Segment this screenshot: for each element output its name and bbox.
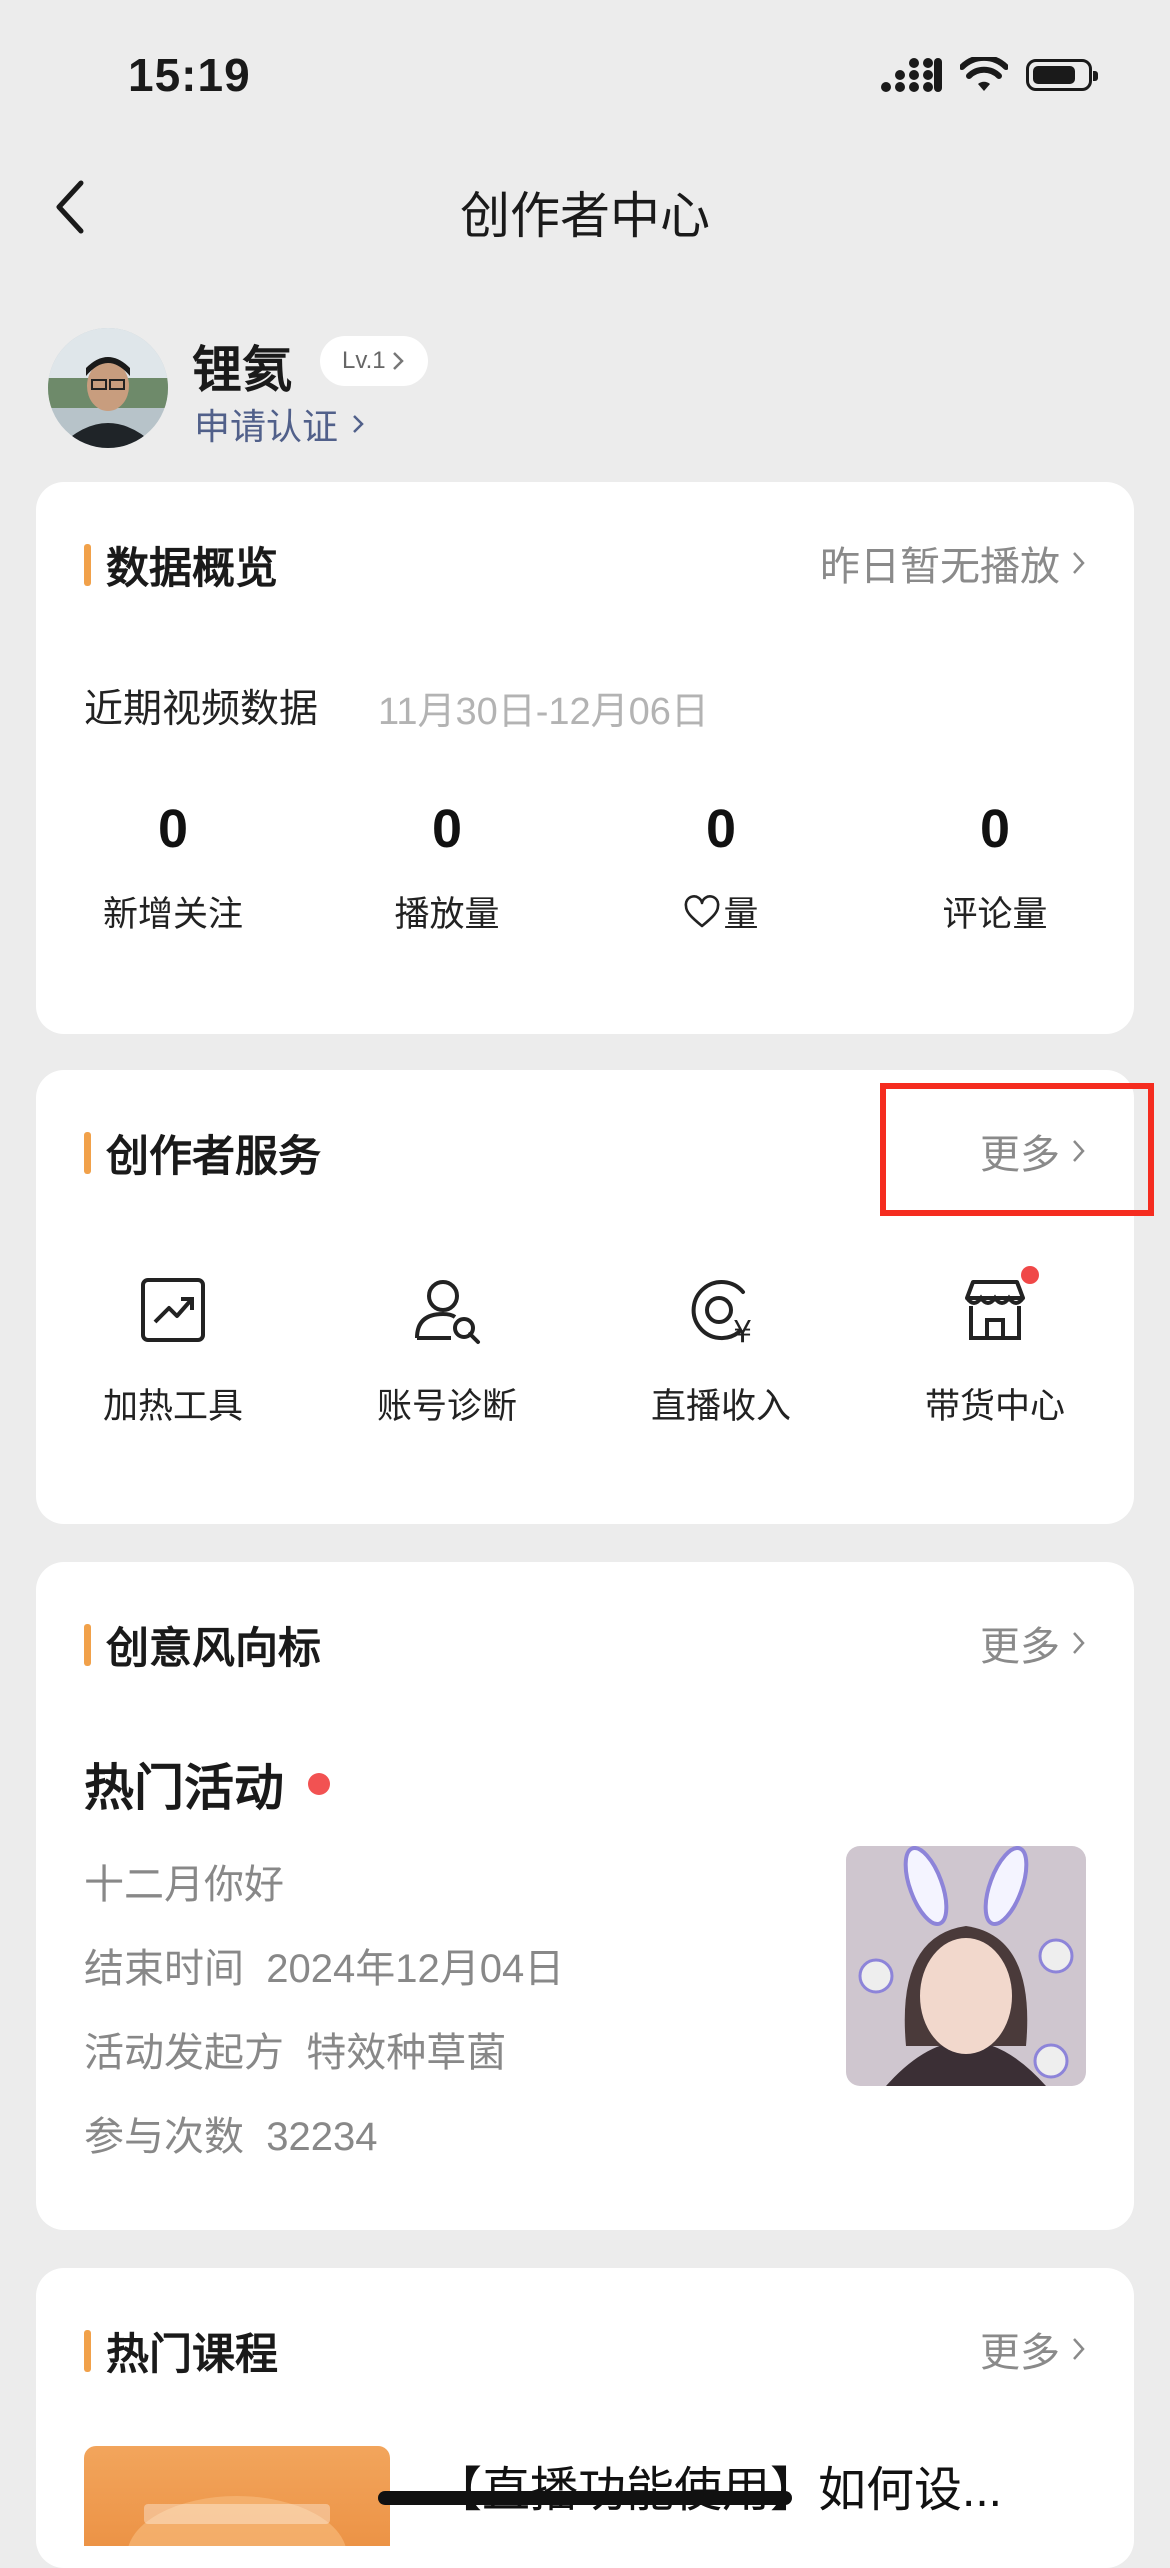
hot-activity-title[interactable]: 热门活动 [84, 1748, 330, 1820]
activity-participation: 参与次数 32234 [84, 2115, 378, 2159]
battery-icon [1026, 59, 1098, 91]
yesterday-plays-link[interactable]: 昨日暂无播放 [820, 534, 1086, 592]
service-boost-tool[interactable]: 加热工具 [36, 1270, 310, 1429]
verify-link-label: 申请认证 [194, 406, 339, 447]
avatar-image [48, 328, 168, 448]
signal-icon [881, 58, 942, 92]
chevron-right-icon [1073, 2338, 1085, 2360]
avatar[interactable] [48, 328, 168, 448]
popular-courses-title: 热门课程 [84, 2320, 278, 2382]
service-label: 直播收入 [650, 1387, 791, 1426]
chevron-right-icon [353, 415, 364, 433]
course-thumbnail[interactable] [84, 2446, 390, 2546]
trend-more-text: 更多 [980, 1625, 1060, 1669]
stat-label: 新增关注 [102, 895, 243, 934]
creative-trend-card: 创意风向标 更多 热门活动 十二月你好 结束时间 2024年12月04日 活动发… [36, 1562, 1134, 2230]
popular-courses-title-text: 热门课程 [106, 2331, 278, 2379]
creator-services-title-text: 创作者服务 [106, 1133, 321, 1181]
data-overview-title: 数据概览 [84, 534, 278, 596]
notification-dot [1021, 1266, 1039, 1284]
service-label: 加热工具 [102, 1387, 243, 1426]
chevron-right-icon [392, 352, 404, 370]
activity-end-time: 结束时间 2024年12月04日 [84, 1947, 565, 1991]
stat-label: 播放量 [394, 895, 500, 934]
date-range: 11月30日-12月06日 [378, 691, 709, 733]
stat-new-followers[interactable]: 0 新增关注 [36, 798, 310, 937]
stat-value: 0 [705, 799, 737, 859]
level-badge[interactable]: Lv.1 [320, 336, 428, 386]
data-overview-card: 数据概览 昨日暂无播放 近期视频数据 11月30日-12月06日 0 新增关注 … [36, 482, 1134, 1034]
page-title: 创作者中心 [460, 188, 710, 244]
stat-label: 量 [584, 886, 858, 937]
data-overview-title-text: 数据概览 [106, 545, 278, 593]
profile-name: 锂氦 [192, 342, 292, 398]
service-label: 带货中心 [924, 1387, 1065, 1426]
stat-value: 0 [979, 799, 1011, 859]
chevron-right-icon [1073, 1632, 1085, 1654]
wifi-icon [960, 57, 1008, 91]
service-commerce-center[interactable]: 带货中心 [858, 1266, 1132, 1429]
user-search-icon [415, 1280, 480, 1344]
activity-initiator: 活动发起方 特效种草菌 [84, 2031, 507, 2075]
activity-thumbnail[interactable] [846, 1846, 1086, 2086]
service-account-diagnosis[interactable]: 账号诊断 [310, 1270, 584, 1429]
store-icon [965, 1280, 1025, 1340]
red-dot [308, 1773, 330, 1795]
creative-trend-title: 创意风向标 [84, 1614, 321, 1676]
svg-text:¥: ¥ [733, 1315, 752, 1350]
stat-comments[interactable]: 0 评论量 [858, 798, 1132, 937]
live-income-icon: ¥ [691, 1280, 752, 1350]
status-icons [880, 56, 1098, 94]
activity-name: 十二月你好 [84, 1863, 284, 1907]
stat-value: 0 [431, 799, 463, 859]
course-thumbnail-image [128, 2496, 346, 2546]
highlight-box [880, 1083, 1154, 1216]
level-text: Lv.1 [342, 347, 386, 374]
popular-courses-card: 热门课程 更多 【直播功能使用】如何设... [36, 2268, 1134, 2568]
chevron-right-icon [1073, 552, 1085, 574]
recent-data-label: 近期视频数据 [84, 688, 319, 731]
course-title[interactable]: 【直播功能使用】如何设... [434, 2450, 1002, 2520]
courses-more-button[interactable]: 更多 [980, 2320, 1086, 2378]
service-label: 账号诊断 [376, 1387, 517, 1426]
trend-chart-icon [141, 1278, 205, 1342]
verify-link[interactable]: 申请认证 [194, 398, 364, 450]
home-indicator [378, 2491, 792, 2505]
stat-likes[interactable]: 0 量 [584, 798, 858, 937]
courses-more-text: 更多 [980, 2331, 1060, 2375]
creator-services-title: 创作者服务 [84, 1122, 321, 1184]
heart-icon [685, 894, 720, 927]
service-live-income[interactable]: ¥ 直播收入 [584, 1270, 858, 1429]
trend-more-button[interactable]: 更多 [980, 1614, 1086, 1672]
stat-label: 评论量 [942, 895, 1048, 934]
status-time: 15:19 [128, 49, 251, 101]
stat-value: 0 [157, 799, 189, 859]
yesterday-plays-text: 昨日暂无播放 [820, 545, 1060, 589]
hot-activity-text: 热门活动 [84, 1760, 284, 1816]
stat-plays[interactable]: 0 播放量 [310, 798, 584, 937]
activity-thumbnail-image [846, 1846, 1086, 2086]
creative-trend-title-text: 创意风向标 [106, 1625, 321, 1673]
